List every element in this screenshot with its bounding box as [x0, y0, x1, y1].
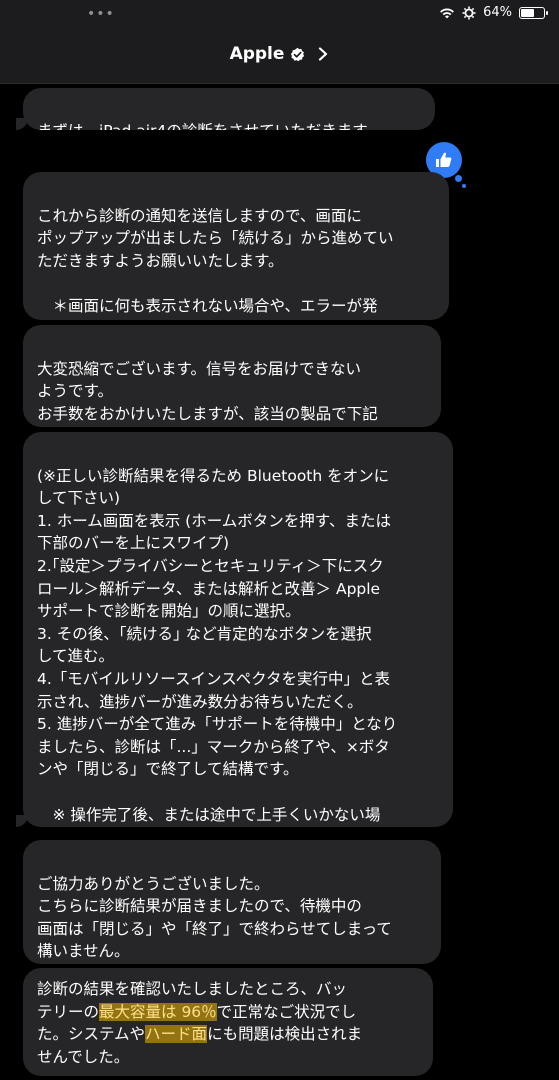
message-bubble-5[interactable]: ご協力ありがとうございました。 こちらに診断結果が届きましたので、待機中の 画面…: [23, 840, 441, 964]
message-line: た。システムやハード面にも問題は検出されま: [37, 1023, 419, 1046]
bubble-tail: [16, 118, 28, 130]
highlighted-text: ハード面: [145, 1025, 208, 1044]
contact-name: Apple: [229, 44, 285, 64]
highlighted-text: 最大容量は 96％: [99, 1002, 217, 1021]
message-text: (※正しい診断結果を得るため Bluetooth をオンに して下さい) 1. …: [37, 466, 398, 824]
message-bubble-1[interactable]: まずは、iPad air4の診断をさせていただきます。: [23, 88, 435, 130]
message-text: で正常なご状況でし: [216, 1002, 357, 1021]
message-bubble-3[interactable]: 大変恐縮でございます。信号をお届けできない ようです。 お手数をおかけいたします…: [23, 325, 441, 427]
message-line: テリーの最大容量は 96％で正常なご状況でし: [37, 1001, 419, 1024]
orientation-lock-icon: [462, 6, 476, 19]
chevron-right-icon[interactable]: [317, 47, 329, 61]
wifi-icon: [440, 8, 454, 18]
message-text: ご協力ありがとうございました。 こちらに診断結果が届きましたので、待機中の 画面…: [37, 874, 392, 961]
battery-icon: [519, 6, 548, 19]
message-bubble-6[interactable]: 診断の結果を確認いたしましたところ、バッ テリーの最大容量は 96％で正常なご状…: [23, 968, 433, 1076]
status-bar: 64%: [439, 5, 548, 20]
message-bubble-4[interactable]: (※正しい診断結果を得るため Bluetooth をオンに して下さい) 1. …: [23, 432, 453, 827]
thumbs-up-icon: [436, 152, 452, 167]
multitasking-dots-icon[interactable]: •••: [87, 6, 115, 22]
battery-level-fill: [521, 8, 535, 17]
message-line: せんでした。: [37, 1047, 130, 1066]
reaction-tail-dot: [462, 184, 466, 188]
verified-badge-icon: [291, 47, 305, 61]
battery-percentage: 64%: [483, 5, 512, 20]
message-text: 大変恐縮でございます。信号をお届けできない ようです。 お手数をおかけいたします…: [37, 359, 378, 423]
message-bubble-2[interactable]: これから診断の通知を送信しますので、画面に ポップアップが出ましたら「続ける」か…: [23, 172, 449, 320]
conversation-header[interactable]: Apple: [0, 44, 559, 64]
message-line: 診断の結果を確認いたしましたところ、バッ: [37, 980, 348, 998]
message-text: にも問題は検出されま: [207, 1025, 363, 1044]
top-bar: ••• 64% Apple: [0, 0, 559, 84]
message-text: まずは、iPad air4の診断をさせていただきます。: [37, 122, 382, 130]
bubble-tail: [16, 815, 28, 827]
reaction-tail-dot: [455, 175, 462, 182]
message-text: テリーの: [37, 1002, 100, 1021]
message-text: た。システムや: [37, 1025, 146, 1044]
message-text: これから診断の通知を送信しますので、画面に ポップアップが出ましたら「続ける」か…: [37, 206, 394, 320]
